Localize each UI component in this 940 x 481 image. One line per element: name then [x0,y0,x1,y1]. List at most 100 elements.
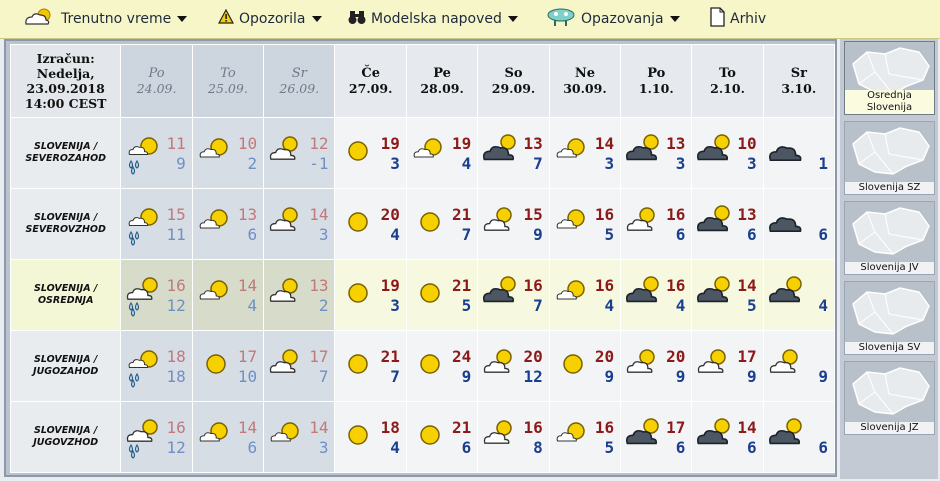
dark-cloud-sun-icon [768,275,806,317]
temp-max: 16 [666,205,686,224]
day-name: Sr [291,66,307,81]
dark-cloud-sun-icon [696,417,734,459]
menu-trenutno-vreme[interactable]: Trenutno vreme [22,7,188,31]
map-label: Slovenija SZ [845,182,934,194]
sun-cloud-rain-icon [125,133,163,175]
sun-icon [197,346,235,388]
day-header: Ne 30.09. [548,44,622,118]
temp-min: 12 [523,367,543,386]
forecast-cell: 1 [762,117,836,189]
region-line-2: SEVEROZAHOD [25,153,107,164]
sun-cloud-rain-icon [125,204,163,246]
forecast-row: SLOVENIJA / OSREDNJA 16 12 14 4 13 2 19 3 21 5 16 7 16… [9,259,836,331]
forecast-cell: 13 6 [191,188,265,260]
temp-max: 20 [594,347,615,366]
region-map-thumb[interactable]: Slovenija SV [844,281,935,355]
temp-min: 2 [247,154,258,173]
sun-cloud-icon [554,204,592,246]
region-label[interactable]: SLOVENIJA / OSREDNJA [9,259,122,331]
sun-icon [339,133,377,175]
sun-icon [339,346,377,388]
day-date: 24.09. [136,81,177,96]
menu-modelska-napoved[interactable]: Modelska napoved [348,7,518,31]
cloud-sun-icon [768,346,806,388]
day-header: Če 27.09. [334,44,407,118]
region-label[interactable]: SLOVENIJA / SEVEROVZHOD [9,188,122,260]
temp-max: 15 [166,205,186,224]
forecast-cell: 19 4 [405,117,479,189]
cloud-sun-icon [482,346,520,388]
sun-cloud-icon [197,417,235,459]
temp-min: 9 [818,367,828,386]
forecast-cell: 10 2 [191,117,265,189]
temp-max: 13 [237,205,258,224]
forecast-cell: 16 12 [120,401,193,473]
region-map-thumb[interactable]: Slovenija JZ [844,361,935,435]
forecast-cell: 16 6 [620,188,693,260]
day-date: 25.09. [208,81,248,96]
region-label[interactable]: SLOVENIJA / JUGOZAHOD [9,330,122,402]
region-line-2: SEVEROVZHOD [25,224,106,235]
day-date: 27.09. [348,81,393,96]
temp-min: 6 [747,225,757,244]
temp-max: 16 [523,418,543,437]
day-header: So 29.09. [477,44,550,118]
forecast-cell: 18 18 [120,330,193,402]
temp-max: 14 [737,276,757,295]
forecast-header-row: Izračun: Nedelja, 23.09.2018 14:00 CEST … [9,44,836,118]
region-label[interactable]: SLOVENIJA / JUGOVZHOD [9,401,122,473]
temp-max: 10 [237,134,258,153]
forecast-cell: 4 [762,259,836,331]
forecast-row: SLOVENIJA / JUGOVZHOD 16 12 14 6 14 3 18 4 21 6 16 8 1… [9,401,836,473]
forecast-cell: 17 10 [191,330,265,402]
forecast-cell: 21 5 [405,259,479,331]
map-label: Slovenija JV [845,262,934,274]
temp-max: 14 [737,418,757,437]
day-name: Sr [790,66,807,81]
map-icon [845,202,934,262]
forecast-cell: 18 4 [334,401,407,473]
forecast-cell: 21 7 [334,330,407,402]
region-label[interactable]: SLOVENIJA / SEVEROZAHOD [9,117,122,189]
dark-cloud-sun-icon [768,417,806,459]
temp-max: 13 [737,205,757,224]
sun-icon [339,204,377,246]
forecast-cell: 24 9 [405,330,479,402]
dark-cloud-sun-icon [696,204,734,246]
temp-min: 3 [318,225,329,244]
temp-max: 14 [309,205,329,224]
temp-min: 4 [675,296,686,315]
menu-opozorila[interactable]: Opozorila [217,7,322,31]
day-name: To [220,66,236,81]
region-map-thumb[interactable]: Slovenija SZ [844,121,935,195]
menu-opazovanja[interactable]: Opazovanja [546,7,680,31]
temp-min: 7 [533,154,543,173]
dark-cloud-sun-icon [696,133,734,175]
day-name: Pe [433,66,451,81]
temp-min: 6 [247,225,258,244]
menu-arhiv[interactable]: Arhiv [709,7,766,31]
temp-min: 7 [390,367,400,386]
temp-min: 4 [461,154,472,173]
region-line-1: SLOVENIJA / [34,354,98,365]
forecast-cell: 21 6 [405,401,479,473]
temp-max: 16 [523,276,543,295]
forecast-cell: 19 3 [334,117,407,189]
temp-max: 20 [380,205,400,224]
day-header: Sr 3.10. [762,44,836,118]
forecast-cell: 20 9 [548,330,622,402]
cloud-sun-icon [696,346,734,388]
temp-min: 6 [247,438,258,457]
forecast-cell: 16 4 [620,259,693,331]
temp-min: 7 [533,296,543,315]
day-date: 2.10. [710,81,745,96]
dark-cloud-sun-icon [482,275,520,317]
temp-max: 16 [166,276,186,295]
temp-max: 24 [452,347,472,366]
temp-max: 17 [237,347,258,366]
region-map-thumb[interactable]: Slovenija JV [844,201,935,275]
temp-min: 5 [747,296,757,315]
temp-max: 17 [309,347,329,366]
temp-max: 19 [380,276,400,295]
region-map-thumb[interactable]: Osrednja Slovenija [844,41,935,115]
